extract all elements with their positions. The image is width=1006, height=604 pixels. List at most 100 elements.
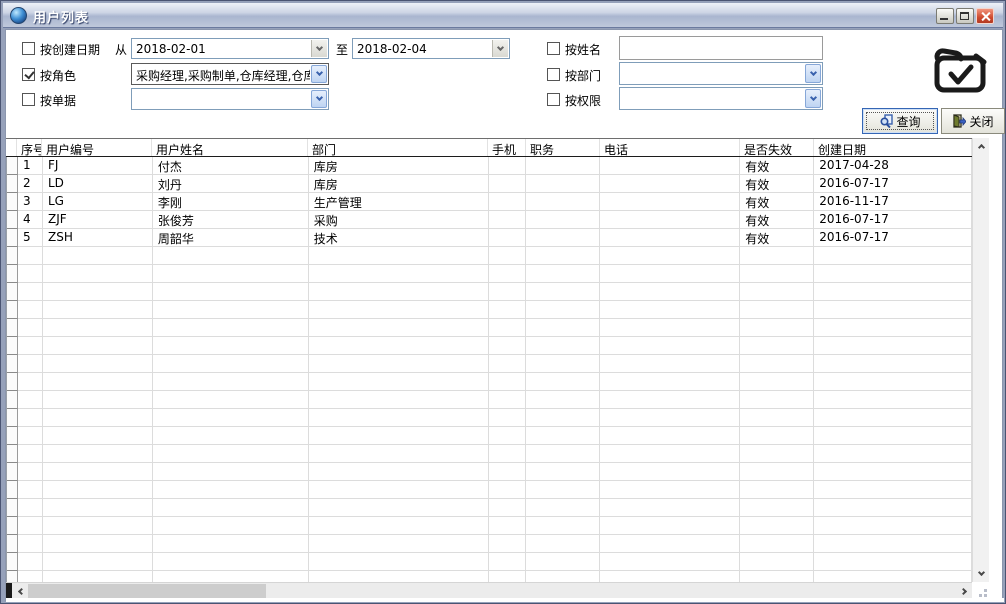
column-header[interactable]: 电话 — [600, 139, 740, 156]
horizontal-scrollbar-thumb[interactable] — [28, 584, 266, 598]
column-header[interactable]: 手机 — [488, 139, 526, 156]
table-cell — [18, 319, 43, 337]
chevron-down-icon[interactable] — [311, 65, 327, 83]
label-by-permission: 按权限 — [565, 92, 601, 109]
table-cell — [309, 283, 489, 301]
table-cell — [814, 355, 972, 373]
table-cell: 付杰 — [153, 157, 309, 175]
table-cell — [18, 337, 43, 355]
checkbox-by-document[interactable] — [22, 93, 35, 106]
table-cell — [600, 355, 740, 373]
name-input[interactable] — [619, 36, 823, 60]
close-window-button[interactable] — [976, 8, 994, 24]
scroll-down-button[interactable] — [973, 566, 990, 582]
client-area: 按创建日期 从 2018-02-01 至 2018-02-04 按姓名 按角色 … — [5, 29, 1003, 601]
chevron-down-icon[interactable] — [805, 89, 821, 108]
label-to: 至 — [336, 41, 348, 58]
table-cell: 周韶华 — [153, 229, 309, 247]
chevron-down-icon[interactable] — [311, 40, 327, 57]
table-row[interactable]: 5ZSH周韶华技术有效2016-07-17 — [7, 229, 972, 247]
resize-grip[interactable] — [974, 584, 988, 598]
scroll-right-button[interactable] — [956, 583, 972, 599]
row-indicator — [7, 517, 18, 535]
checkbox-by-create-date[interactable] — [22, 42, 35, 55]
table-cell — [526, 193, 600, 211]
chevron-down-icon[interactable] — [492, 40, 508, 57]
checkbox-by-name[interactable] — [547, 42, 560, 55]
table-cell: LD — [43, 175, 153, 193]
table-cell — [740, 427, 814, 445]
checkbox-by-role[interactable] — [22, 68, 35, 81]
table-cell — [740, 553, 814, 571]
vertical-scrollbar[interactable] — [972, 138, 989, 582]
table-cell — [153, 409, 309, 427]
titlebar[interactable]: 用户列表 — [3, 3, 1003, 28]
table-cell — [600, 553, 740, 571]
minimize-button[interactable] — [936, 8, 954, 24]
checkbox-by-department[interactable] — [547, 68, 560, 81]
table-cell — [526, 355, 600, 373]
maximize-button[interactable] — [956, 8, 974, 24]
table-row-empty — [7, 301, 972, 319]
table-cell — [600, 481, 740, 499]
table-cell — [309, 319, 489, 337]
column-header[interactable]: 创建日期 — [814, 139, 972, 156]
department-combobox[interactable] — [619, 62, 823, 85]
table-cell — [740, 535, 814, 553]
column-header[interactable]: 职务 — [526, 139, 600, 156]
table-cell — [740, 283, 814, 301]
header-indicator-cell[interactable] — [6, 139, 17, 156]
table-cell — [309, 373, 489, 391]
chevron-down-icon[interactable] — [311, 90, 327, 108]
table-cell — [43, 463, 153, 481]
label-by-document: 按单据 — [40, 92, 76, 109]
table-cell: 有效 — [740, 175, 814, 193]
chevron-down-icon[interactable] — [805, 64, 821, 83]
table-row-empty — [7, 463, 972, 481]
table-cell — [526, 463, 600, 481]
date-from-combobox[interactable]: 2018-02-01 — [131, 38, 329, 59]
table-cell: 张俊芳 — [153, 211, 309, 229]
date-from-value: 2018-02-01 — [136, 42, 310, 56]
table-row[interactable]: 3LG李刚生产管理有效2016-11-17 — [7, 193, 972, 211]
scroll-left-button[interactable] — [12, 583, 28, 599]
column-header[interactable]: 序号 — [17, 139, 42, 156]
table-cell — [526, 535, 600, 553]
column-header[interactable]: 用户编号 — [42, 139, 152, 156]
table-cell — [740, 247, 814, 265]
column-header[interactable]: 用户姓名 — [152, 139, 308, 156]
table-row[interactable]: 4ZJF张俊芳采购有效2016-07-17 — [7, 211, 972, 229]
horizontal-scrollbar[interactable] — [6, 582, 972, 598]
table-cell — [740, 499, 814, 517]
table-cell: 3 — [18, 193, 43, 211]
checkbox-by-permission[interactable] — [547, 93, 560, 106]
user-list-window: 用户列表 按创建日期 从 2018-02-01 至 2018-02-04 按姓名… — [0, 0, 1006, 604]
query-button[interactable]: 查询 — [862, 108, 938, 134]
table-cell — [814, 319, 972, 337]
table-cell — [309, 355, 489, 373]
table-cell — [309, 499, 489, 517]
table-cell — [43, 553, 153, 571]
table-cell — [526, 301, 600, 319]
scroll-up-button[interactable] — [973, 138, 990, 154]
column-header[interactable]: 是否失效 — [740, 139, 814, 156]
role-combobox-value: 采购经理,采购制单,仓库经理,仓库 — [136, 67, 310, 84]
table-cell — [814, 391, 972, 409]
close-button[interactable]: 关闭 — [941, 108, 1005, 134]
table-cell — [814, 409, 972, 427]
table-cell — [18, 283, 43, 301]
table-cell — [43, 337, 153, 355]
table-cell: 2016-07-17 — [814, 211, 972, 229]
table-cell — [740, 301, 814, 319]
table-row[interactable]: 1FJ付杰库房有效2017-04-28 — [7, 157, 972, 175]
table-row[interactable]: 2LD刘丹库房有效2016-07-17 — [7, 175, 972, 193]
table-cell — [526, 283, 600, 301]
table-cell — [600, 265, 740, 283]
permission-combobox[interactable] — [619, 87, 823, 110]
date-to-combobox[interactable]: 2018-02-04 — [352, 38, 510, 59]
column-header[interactable]: 部门 — [308, 139, 488, 156]
role-combobox[interactable]: 采购经理,采购制单,仓库经理,仓库 — [131, 63, 329, 85]
table-cell — [309, 481, 489, 499]
table-cell — [309, 427, 489, 445]
document-combobox[interactable] — [131, 88, 329, 110]
